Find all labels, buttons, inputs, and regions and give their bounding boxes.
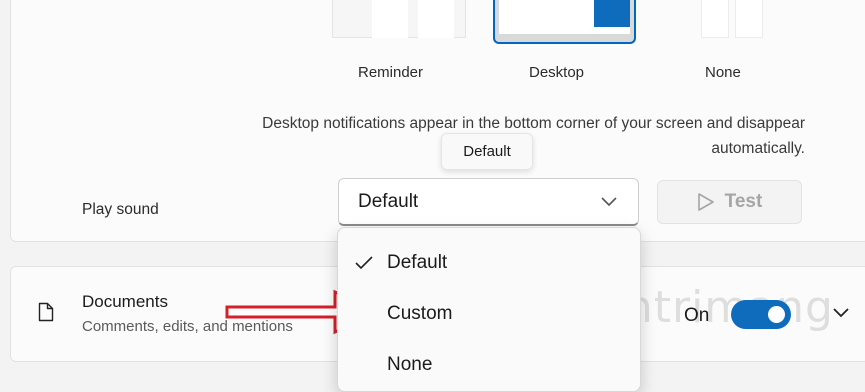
notification-settings-page: Reminder Desktop None Desktop notificati… — [0, 0, 865, 392]
menu-item-label: Default — [387, 252, 448, 273]
style-label-none: None — [705, 64, 741, 81]
desktop-preview[interactable] — [493, 0, 636, 44]
documents-toggle-label: On — [684, 305, 710, 326]
toggle-knob — [768, 306, 785, 323]
menu-item-label: None — [387, 354, 433, 375]
play-sound-menu: Default Custom None — [337, 227, 641, 392]
preview-accent — [594, 0, 630, 27]
checkmark-icon — [355, 256, 373, 270]
preview-block — [418, 0, 454, 38]
style-label-reminder: Reminder — [358, 64, 424, 81]
menu-item-default[interactable]: Default — [338, 240, 640, 286]
test-button-label: Test — [724, 191, 763, 212]
documents-title: Documents — [82, 292, 168, 311]
dropdown-tooltip: Default — [441, 133, 533, 170]
chevron-down-icon — [601, 197, 617, 207]
document-icon — [38, 302, 54, 322]
none-preview[interactable] — [701, 0, 797, 38]
preview-block — [735, 0, 763, 38]
menu-item-custom[interactable]: Custom — [338, 291, 640, 337]
test-sound-button[interactable]: Test — [657, 180, 802, 224]
preview-block — [372, 0, 408, 38]
reminder-preview[interactable] — [332, 0, 466, 38]
menu-item-none[interactable]: None — [338, 342, 640, 388]
expand-chevron-icon[interactable] — [832, 306, 850, 318]
preview-block — [701, 0, 729, 38]
dropdown-value: Default — [358, 190, 419, 212]
play-sound-label: Play sound — [82, 201, 159, 218]
style-label-desktop: Desktop — [529, 64, 585, 81]
menu-item-label: Custom — [387, 303, 453, 324]
play-icon — [697, 193, 714, 211]
play-sound-dropdown[interactable]: Default — [338, 178, 639, 226]
documents-toggle[interactable] — [731, 300, 791, 329]
